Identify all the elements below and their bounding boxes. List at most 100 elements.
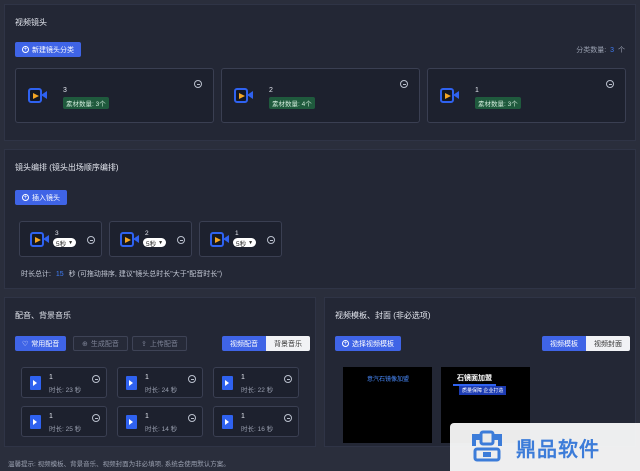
audio-panel: 配音、背景音乐 ♡ 常用配音 ⊕ 生成配音 ⇪ 上传配音 视频配音 背景音乐 1… xyxy=(4,297,316,447)
tab-voice[interactable]: 视频配音 xyxy=(222,336,266,351)
voice-item-duration: 时长: 25 秒 xyxy=(49,426,82,433)
template-thumbnail-title: 石镜面加盟 xyxy=(453,372,496,386)
voice-item-duration: 时长: 22 秒 xyxy=(241,387,274,394)
template-thumbnail-text: 意汽石镜像加盟 xyxy=(367,377,410,383)
remove-icon[interactable] xyxy=(188,375,196,383)
voice-item-name: 1 xyxy=(145,374,149,381)
remove-icon[interactable] xyxy=(92,375,100,383)
duration-select[interactable]: 5秒 ▼ xyxy=(233,238,257,248)
voice-item[interactable]: 1 时长: 23 秒 xyxy=(21,367,107,398)
shot-card[interactable]: 1 素材数量: 3个 xyxy=(427,68,626,123)
template-thumbnail[interactable]: 意汽石镜像加盟 xyxy=(343,367,432,443)
voice-item[interactable]: 1 时长: 16 秒 xyxy=(213,406,299,437)
tab-cover[interactable]: 视频封面 xyxy=(586,336,630,351)
material-count-badge: 素材数量: 3个 xyxy=(63,97,109,109)
plus-circle-icon: ⊕ xyxy=(82,340,88,348)
voice-item[interactable]: 1 时长: 22 秒 xyxy=(213,367,299,398)
category-count-label: 分类数量: xyxy=(576,47,607,54)
camera-icon xyxy=(120,232,140,247)
template-thumbnail-subtitle: 质量保障 企业打造 xyxy=(459,386,507,395)
audio-file-icon xyxy=(30,376,41,390)
shot-card-number: 3 xyxy=(63,87,67,94)
upload-voice-label: 上传配音 xyxy=(149,340,178,348)
voice-item-duration: 时长: 24 秒 xyxy=(145,387,178,394)
shot-card[interactable]: 3 素材数量: 3个 xyxy=(15,68,214,123)
generate-voice-label: 生成配音 xyxy=(90,340,119,348)
voice-item-name: 1 xyxy=(49,413,53,420)
remove-icon[interactable] xyxy=(87,236,95,244)
duration-select[interactable]: 5秒 ▼ xyxy=(143,238,167,248)
shot-card-number: 2 xyxy=(269,87,273,94)
audio-tabs: 视频配音 背景音乐 xyxy=(222,336,310,351)
plus-circle-icon: + xyxy=(22,46,29,53)
select-template-button[interactable]: + 选择视频模板 xyxy=(335,336,401,351)
audio-file-icon xyxy=(30,415,41,429)
insert-shot-button[interactable]: + 插入镜头 xyxy=(15,190,67,205)
voice-item-duration: 时长: 16 秒 xyxy=(241,426,274,433)
watermark: 鼎品软件 xyxy=(450,423,640,471)
arrange-item[interactable]: 1 5秒 ▼ xyxy=(199,221,282,257)
total-duration-value: 15 xyxy=(55,271,64,278)
remove-icon[interactable] xyxy=(606,80,614,88)
insert-shot-label: 插入镜头 xyxy=(32,194,60,202)
shots-panel: 视频镜头 + 新建镜头分类 分类数量: 3 个 3 素材数量: 3个 2 素材数… xyxy=(4,4,636,141)
tab-bgm[interactable]: 背景音乐 xyxy=(266,336,310,351)
arrange-item[interactable]: 2 5秒 ▼ xyxy=(109,221,192,257)
remove-icon[interactable] xyxy=(177,236,185,244)
remove-icon[interactable] xyxy=(188,414,196,422)
material-count-badge: 素材数量: 4个 xyxy=(269,97,315,109)
arrange-item-number: 3 xyxy=(55,230,59,237)
heart-icon: ♡ xyxy=(22,340,29,348)
camera-icon xyxy=(30,232,50,247)
upload-voice-button[interactable]: ⇪ 上传配音 xyxy=(132,336,187,351)
tab-template[interactable]: 视频模板 xyxy=(542,336,586,351)
chevron-down-icon: ▼ xyxy=(158,239,164,246)
arrange-item-number: 2 xyxy=(145,230,149,237)
category-count-unit: 个 xyxy=(618,47,625,54)
duration-value: 5秒 xyxy=(146,240,157,248)
voice-item-name: 1 xyxy=(49,374,53,381)
remove-icon[interactable] xyxy=(194,80,202,88)
arrange-panel: 镜头编排 (镜头出场顺序编排) + 插入镜头 3 5秒 ▼ 2 5秒 ▼ 1 5… xyxy=(4,149,636,289)
duration-value: 5秒 xyxy=(236,240,247,248)
template-title: 视频模板、封面 (非必选项) xyxy=(335,311,431,320)
total-duration-hint: 秒 (可拖动排序, 建议"镜头总时长"大于"配音时长") xyxy=(68,271,223,278)
duration-select[interactable]: 5秒 ▼ xyxy=(53,238,77,248)
generate-voice-button[interactable]: ⊕ 生成配音 xyxy=(73,336,128,351)
voice-item-name: 1 xyxy=(145,413,149,420)
arrange-title: 镜头编排 (镜头出场顺序编排) xyxy=(15,163,119,172)
audio-file-icon xyxy=(126,415,137,429)
voice-item[interactable]: 1 时长: 24 秒 xyxy=(117,367,203,398)
arrange-item-number: 1 xyxy=(235,230,239,237)
select-template-label: 选择视频模板 xyxy=(352,340,394,348)
remove-icon[interactable] xyxy=(400,80,408,88)
chevron-down-icon: ▼ xyxy=(248,239,254,246)
watermark-text: 鼎品软件 xyxy=(516,438,600,461)
brand-logo-icon xyxy=(468,430,506,464)
new-shot-category-label: 新建镜头分类 xyxy=(32,46,74,54)
remove-icon[interactable] xyxy=(284,414,292,422)
camera-icon xyxy=(234,88,254,103)
voice-item[interactable]: 1 时长: 25 秒 xyxy=(21,406,107,437)
shot-card[interactable]: 2 素材数量: 4个 xyxy=(221,68,420,123)
plus-circle-icon: + xyxy=(342,340,349,347)
category-count: 分类数量: 3 个 xyxy=(576,45,625,55)
common-voice-button[interactable]: ♡ 常用配音 xyxy=(15,336,67,351)
total-duration: 时长总计: 15 秒 (可拖动排序, 建议"镜头总时长"大于"配音时长") xyxy=(21,269,222,279)
common-voice-label: 常用配音 xyxy=(31,340,60,348)
duration-value: 5秒 xyxy=(56,240,67,248)
remove-icon[interactable] xyxy=(284,375,292,383)
voice-item-duration: 时长: 23 秒 xyxy=(49,387,82,394)
remove-icon[interactable] xyxy=(92,414,100,422)
camera-icon xyxy=(210,232,230,247)
voice-item-name: 1 xyxy=(241,413,245,420)
new-shot-category-button[interactable]: + 新建镜头分类 xyxy=(15,42,81,57)
plus-circle-icon: + xyxy=(22,194,29,201)
remove-icon[interactable] xyxy=(267,236,275,244)
voice-item[interactable]: 1 时长: 14 秒 xyxy=(117,406,203,437)
material-count-badge: 素材数量: 3个 xyxy=(475,97,521,109)
camera-icon xyxy=(28,88,48,103)
audio-file-icon xyxy=(126,376,137,390)
arrange-item[interactable]: 3 5秒 ▼ xyxy=(19,221,102,257)
shots-title: 视频镜头 xyxy=(15,18,47,27)
